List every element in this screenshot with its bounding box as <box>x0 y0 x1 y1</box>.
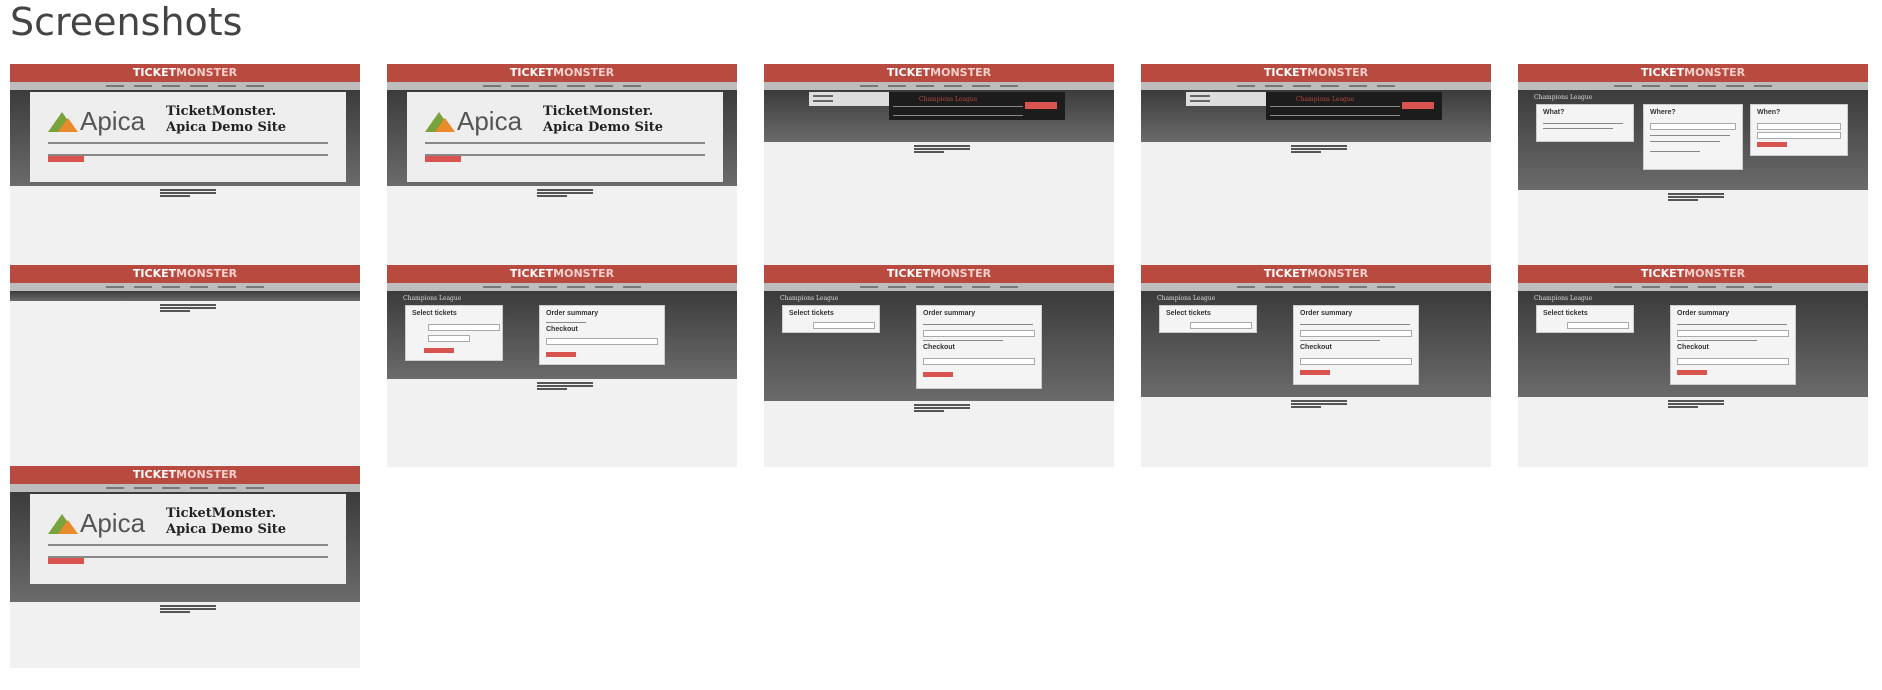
hero-panel: Apica TicketMonster. Apica Demo Site <box>30 92 346 182</box>
app-header: TICKETMONSTER <box>1518 64 1868 82</box>
event-panel: Champions League <box>889 92 1065 120</box>
app-header: TICKETMONSTER <box>764 64 1114 82</box>
app-header: TICKETMONSTER <box>10 265 360 283</box>
app-nav <box>10 82 360 90</box>
app-header: TICKETMONSTER <box>764 265 1114 283</box>
screenshot-thumbnail[interactable]: TICKETMONSTER Champions League <box>764 64 1114 266</box>
app-header: TICKETMONSTER <box>10 466 360 484</box>
app-header: TICKETMONSTER <box>387 64 737 82</box>
screenshot-thumbnail[interactable]: TICKETMONSTER Champions League Select ti… <box>1141 265 1491 467</box>
app-header: TICKETMONSTER <box>1141 64 1491 82</box>
screenshot-thumbnail[interactable]: TICKETMONSTER Champions League What? Whe… <box>1518 64 1868 266</box>
apica-logo: Apica <box>48 508 145 539</box>
apica-logo-icon <box>48 514 78 534</box>
app-header: TICKETMONSTER <box>10 64 360 82</box>
event-panel: Champions League <box>1266 92 1442 120</box>
app-header: TICKETMONSTER <box>1141 265 1491 283</box>
apica-logo-icon <box>425 112 455 132</box>
screenshot-thumbnail[interactable]: TICKETMONSTER Champions League <box>1141 64 1491 266</box>
screenshot-thumbnail[interactable]: TICKETMONSTER Apica TicketMonster. Apica … <box>10 64 360 266</box>
app-header: TICKETMONSTER <box>1518 265 1868 283</box>
screenshot-thumbnail[interactable]: TICKETMONSTER Apica TicketMonster. Apica … <box>10 466 360 668</box>
apica-logo: Apica <box>48 106 145 137</box>
screenshot-thumbnail[interactable]: TICKETMONSTER Champions League Select ti… <box>764 265 1114 467</box>
screenshot-thumbnail[interactable]: TICKETMONSTER Champions League Select ti… <box>1518 265 1868 467</box>
app-header: TICKETMONSTER <box>387 265 737 283</box>
apica-logo: Apica <box>425 106 522 137</box>
screenshot-thumbnail[interactable]: TICKETMONSTER Champions League Select ti… <box>387 265 737 467</box>
screenshot-thumbnail[interactable]: TICKETMONSTER Apica TicketMonster. Apica … <box>387 64 737 266</box>
page-title: Screenshots <box>10 0 243 44</box>
apica-logo-icon <box>48 112 78 132</box>
hero-panel: Apica TicketMonster. Apica Demo Site <box>30 494 346 584</box>
hero-panel: Apica TicketMonster. Apica Demo Site <box>407 92 723 182</box>
screenshot-thumbnail[interactable]: TICKETMONSTER <box>10 265 360 467</box>
